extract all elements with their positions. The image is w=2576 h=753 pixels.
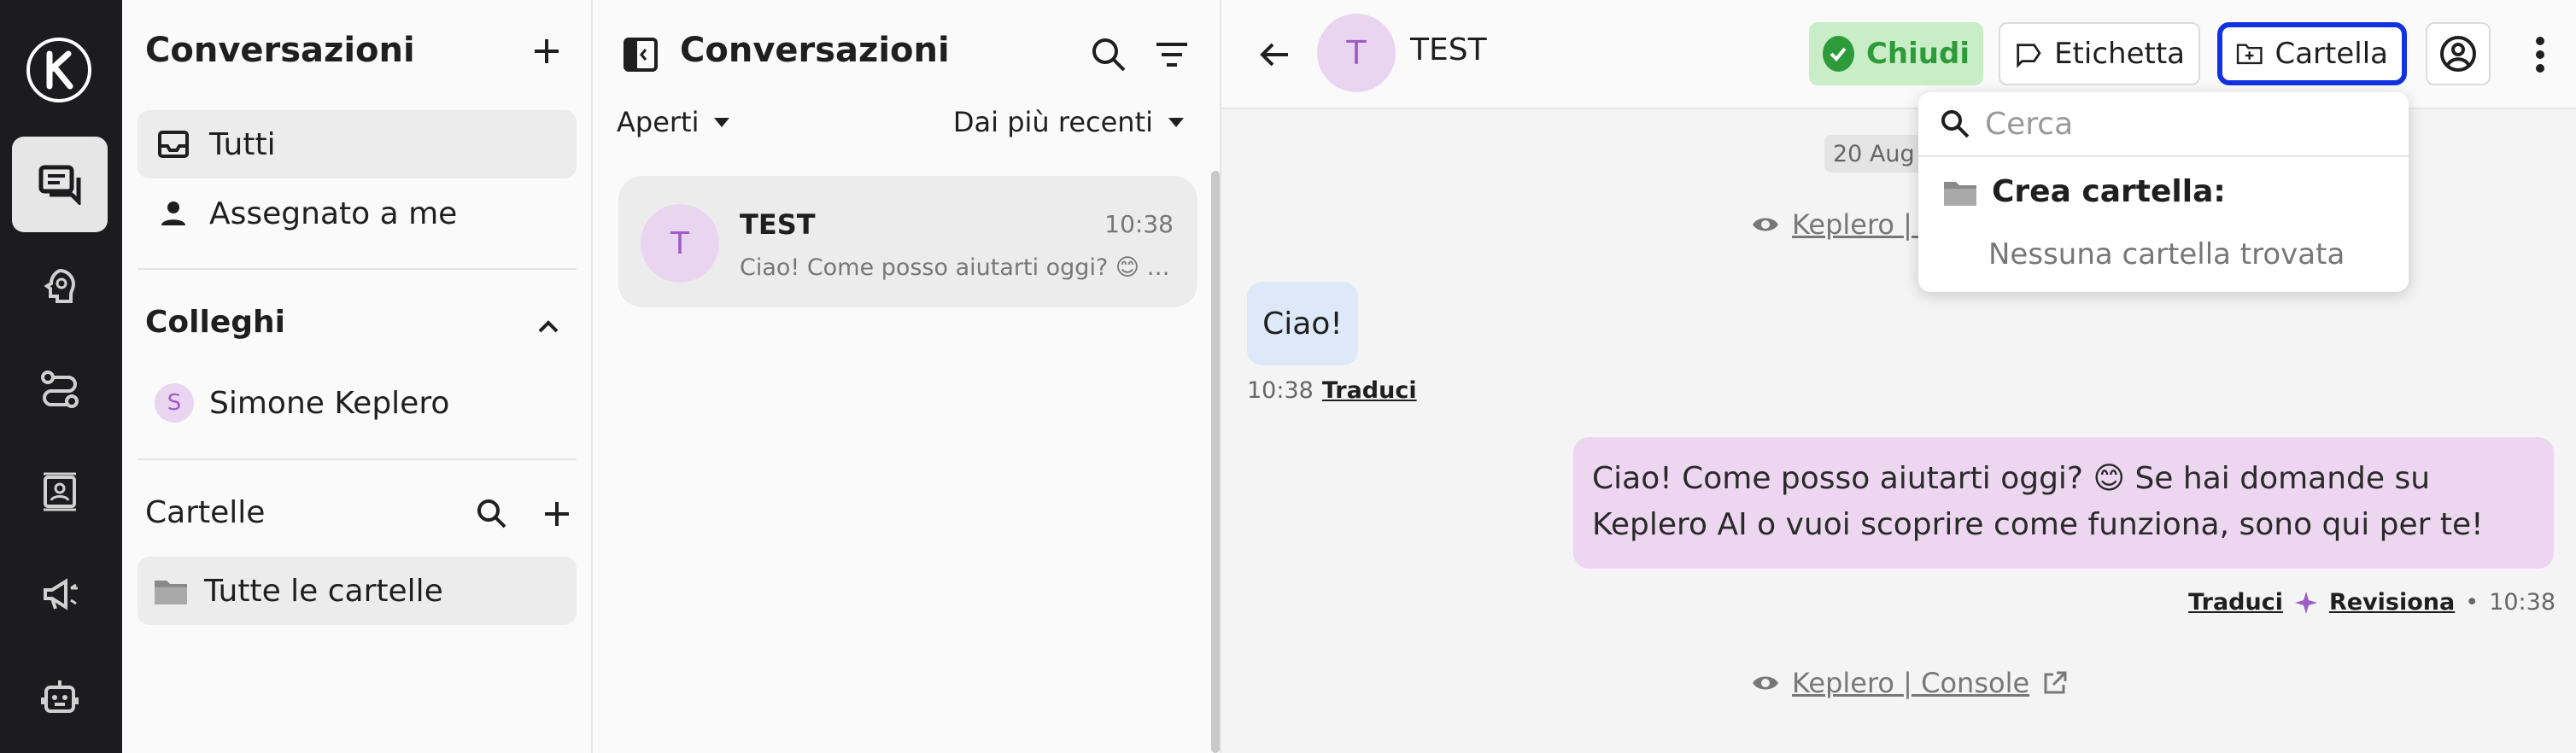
avatar: T [1317, 14, 1396, 92]
outgoing-meta: Traduci Revisiona • 10:38 [2188, 589, 2556, 616]
sparkle-icon [2294, 591, 2317, 614]
sort-value: Dai più recenti [952, 106, 1153, 138]
sort-dropdown[interactable]: Dai più recenti [953, 106, 1184, 138]
contact-name: TEST [1410, 32, 1487, 67]
caret-down-icon [1168, 117, 1184, 127]
megaphone-icon[interactable] [12, 546, 108, 642]
contacts-icon[interactable] [12, 444, 108, 540]
conversation-name: TEST [740, 208, 816, 241]
folder-dropdown: Crea cartella: Nessuna cartella trovata [1918, 92, 2409, 292]
bot-icon[interactable] [12, 649, 108, 744]
person-icon [161, 201, 185, 225]
sidebar-item-all[interactable]: Tutti [138, 110, 577, 178]
create-folder-label: Crea cartella: [1992, 174, 2226, 209]
sidebar-item-all-folders[interactable]: Tutte le cartelle [138, 557, 577, 625]
message-time: 10:38 [2489, 589, 2556, 616]
flows-icon[interactable] [12, 341, 108, 437]
folder-button[interactable]: Cartella [2217, 22, 2407, 85]
sidebar-item-label: Tutti [209, 126, 276, 162]
eye-icon [1753, 218, 1778, 231]
folder-label: Cartella [2274, 37, 2388, 71]
plus-icon [535, 39, 559, 63]
new-conversation-button[interactable] [530, 34, 564, 68]
conversation-list-panel: Conversazioni Aperti Dai più recenti T T… [593, 0, 1221, 753]
incoming-message: Ciao! [1247, 282, 1358, 365]
colleague-name: Simone Keplero [209, 385, 450, 421]
logo-icon[interactable] [26, 38, 91, 102]
dot-separator: • [2465, 589, 2479, 616]
plus-icon [545, 502, 569, 526]
close-conversation-button[interactable]: Chiudi [1809, 22, 1983, 85]
message-time: 10:38 [1247, 377, 1314, 404]
status-filter-dropdown[interactable]: Aperti [617, 106, 730, 138]
conversation-card[interactable]: T TEST 10:38 Ciao! Come posso aiutarti o… [618, 176, 1197, 307]
divider [138, 458, 577, 460]
sidebar-item-assigned-to-me[interactable]: Assegnato a me [138, 179, 577, 248]
label-button[interactable]: Etichetta [1999, 22, 2200, 85]
add-folder-button[interactable] [540, 497, 574, 531]
status-filter-value: Aperti [617, 106, 700, 138]
sidebar-item-label: Assegnato a me [209, 196, 458, 231]
search-icon [1941, 110, 1970, 138]
conversation-time: 10:38 [1104, 210, 1174, 238]
more-options-icon[interactable] [2532, 34, 2549, 75]
folders-section-title: Cartelle [145, 495, 266, 530]
assign-user-button[interactable] [2426, 22, 2491, 85]
translate-link[interactable]: Traduci [1322, 377, 1417, 404]
sidebar-item-label: Tutte le cartelle [204, 573, 443, 609]
create-folder-option[interactable]: Crea cartella: [1942, 174, 2226, 209]
ai-agent-icon[interactable] [12, 239, 108, 335]
page-visit-link[interactable]: Keplero | Console [1751, 667, 2069, 699]
colleague-item[interactable]: S Simone Keplero [138, 369, 577, 437]
user-circle-icon [2440, 36, 2476, 72]
folder-icon [155, 581, 187, 604]
date-separator: 20 Aug 2 [1824, 135, 1927, 172]
no-folders-message: Nessuna cartella trovata [1988, 237, 2345, 271]
list-title: Conversazioni [680, 31, 950, 70]
outgoing-message: Ciao! Come posso aiutarti oggi? 😊 Se hai… [1573, 437, 2554, 569]
folder-search [1918, 92, 2409, 157]
scrollbar[interactable] [1211, 171, 1220, 753]
folder-icon [1944, 181, 1976, 206]
toggle-sidebar-icon[interactable] [622, 36, 659, 73]
tag-icon [2017, 44, 2041, 68]
colleagues-section-title: Colleghi [145, 305, 285, 340]
chevron-up-icon[interactable] [531, 309, 565, 343]
filter-icon[interactable] [1153, 36, 1191, 73]
search-icon[interactable] [1090, 36, 1127, 73]
chat-icon[interactable] [12, 137, 108, 232]
review-link[interactable]: Revisiona [2329, 589, 2455, 616]
arrow-left-icon [1260, 43, 1288, 67]
inbox-icon [158, 131, 189, 158]
conversation-preview: Ciao! Come posso aiutarti oggi? 😊 Se hai… [740, 254, 1175, 281]
close-label: Chiudi [1865, 37, 1970, 71]
app-rail [0, 0, 122, 753]
avatar: T [641, 204, 719, 283]
divider [138, 268, 577, 270]
search-folders-button[interactable] [475, 497, 509, 531]
incoming-meta: 10:38 Traduci [1247, 377, 1417, 404]
external-link-icon [2044, 671, 2067, 694]
sidebar-title: Conversazioni [145, 31, 415, 70]
eye-icon [1753, 676, 1778, 690]
folder-plus-icon [2236, 44, 2263, 65]
label-label: Etichetta [2054, 37, 2185, 71]
conversations-sidebar: Conversazioni Tutti Assegnato a me Colle… [122, 0, 593, 753]
check-icon [1823, 36, 1854, 72]
page-link-text: Keplero | Console [1792, 667, 2030, 699]
translate-link[interactable]: Traduci [2188, 589, 2283, 616]
back-button[interactable] [1256, 36, 1293, 73]
caret-down-icon [714, 117, 730, 127]
folder-search-input[interactable] [1985, 106, 2386, 142]
search-icon [477, 499, 506, 528]
avatar: S [155, 383, 194, 423]
